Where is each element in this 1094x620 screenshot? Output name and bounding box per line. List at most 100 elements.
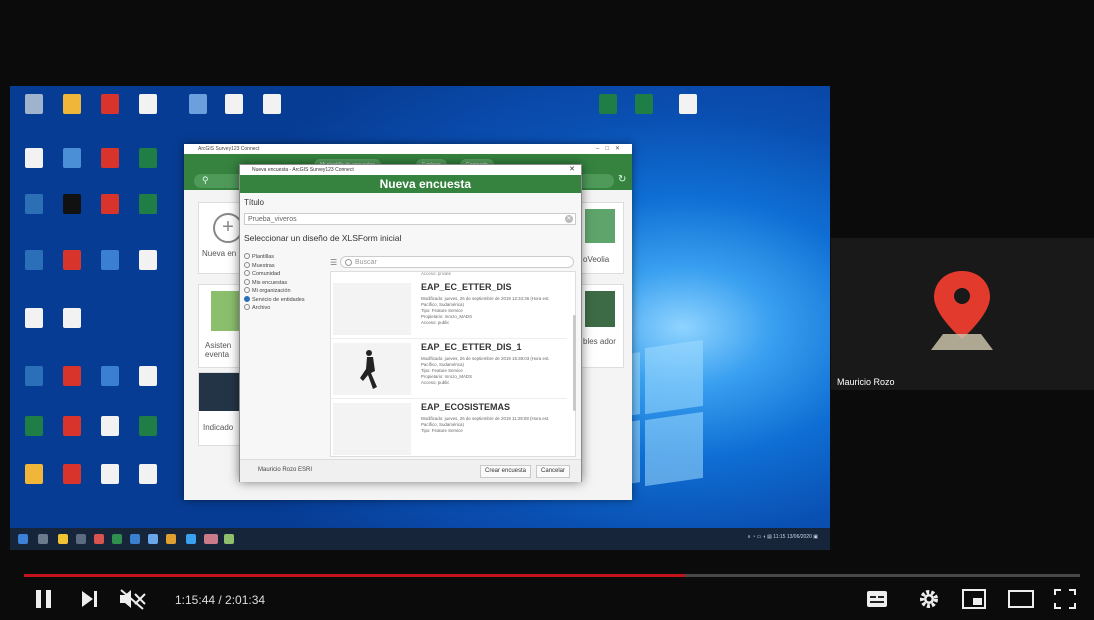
desktop-icon[interactable] [670,94,706,114]
word-icon[interactable] [130,534,140,544]
item-thumbnail [333,403,411,455]
desktop-icon[interactable] [92,464,128,484]
app-icon[interactable] [224,534,234,544]
desktop-icon[interactable] [130,250,166,270]
task-view-icon[interactable] [76,534,86,544]
app-icon [189,94,207,114]
desktop-icon[interactable] [254,94,290,114]
list-scrollbar[interactable] [573,315,576,411]
app-icon [101,250,119,270]
desktop-icon[interactable] [54,464,90,484]
desktop-icon[interactable] [16,416,52,436]
cancel-button[interactable]: Cancelar [536,465,571,478]
clear-icon[interactable]: ✕ [565,215,573,223]
item-name: EAP_ECOSISTEMAS [421,402,511,412]
dialog-search-input[interactable]: Buscar [340,256,574,268]
app-icon [139,416,157,436]
chrome-icon[interactable] [166,534,176,544]
progress-bar[interactable] [24,574,1080,577]
miniplayer-icon[interactable] [962,589,986,609]
excel-icon[interactable] [112,534,122,544]
explorer-icon[interactable] [58,534,68,544]
desktop-icon[interactable] [54,148,90,168]
desktop-icon[interactable] [92,148,128,168]
app-icon [25,250,43,270]
desktop-icon[interactable] [54,416,90,436]
system-tray[interactable]: ∧ ◔ ▭ ◖ ▤ 11:15 13/06/2020 ▣ [747,534,818,540]
desktop-icon[interactable] [92,194,128,214]
desktop-icon[interactable] [16,366,52,386]
desktop-icon[interactable] [92,94,128,114]
desktop-icon[interactable] [92,250,128,270]
mute-icon[interactable] [118,588,148,610]
desktop-icon[interactable] [130,416,166,436]
option-servicio-de-entidades[interactable]: Servicio de entidades [244,295,324,305]
arcgis-icon[interactable] [186,534,196,544]
title-input[interactable]: Prueba_viveros ✕ [244,213,576,225]
veolia-survey-tile[interactable]: oVeolia [580,202,624,274]
item-thumbnail [333,283,411,335]
desktop-icon[interactable] [590,94,626,114]
close-icon[interactable]: ✕ [569,165,575,175]
desktop-icon[interactable] [54,366,90,386]
list-item[interactable]: EAP_ECOSISTEMAS Modificado: jueves, 26 d… [331,400,567,456]
desktop-icon[interactable] [54,308,90,328]
next-icon[interactable] [80,590,100,608]
list-view-icon[interactable]: ☰ [330,258,337,267]
mobile-thumbnail [585,291,615,327]
pause-icon[interactable] [34,588,54,610]
desktop-icon[interactable] [54,94,90,114]
app-icon [101,416,119,436]
survey123-taskbar-icon[interactable] [204,534,218,544]
desktop-icon[interactable] [130,148,166,168]
option-archivo[interactable]: Archivo [244,304,324,313]
fullscreen-icon[interactable] [1054,589,1076,609]
desktop-icon[interactable] [16,464,52,484]
desktop-icon[interactable] [92,416,128,436]
desktop-icon[interactable] [54,250,90,270]
app-icon [25,308,43,328]
survey123-window-title: ArcGIS Survey123 Connect [198,146,260,152]
option-mi-organizacion[interactable]: Mi organización [244,287,324,296]
new-survey-label: Nueva en [202,249,237,258]
option-mis-encuestas[interactable]: Mis encuestas [244,278,324,288]
desktop-icon[interactable] [16,148,52,168]
desktop-icon[interactable] [54,194,90,214]
desktop-icon[interactable] [130,194,166,214]
desktop-icon[interactable] [16,194,52,214]
theater-mode-icon[interactable] [1008,590,1034,608]
desktop-icon[interactable] [16,250,52,270]
desktop-icon[interactable] [626,94,662,114]
search-icon[interactable] [38,534,48,544]
search-placeholder: Buscar [355,259,377,266]
notifications-icon: ▣ [813,534,818,540]
list-item[interactable]: EAP_EC_ETTER_DIS Modificado: jueves, 26 … [331,280,567,339]
figure-icon [360,350,377,389]
subtitles-icon[interactable] [866,590,888,608]
mobile-survey-tile[interactable]: bles ador [580,284,624,368]
app-icon [225,94,243,114]
item-metadata: Modificado: jueves, 26 de septiembre de … [421,356,550,385]
desktop-icon[interactable] [180,94,216,114]
create-survey-button[interactable]: Crear encuesta [480,465,532,478]
desktop-icon[interactable] [130,94,166,114]
option-plantillas[interactable]: Plantillas [244,253,324,262]
refresh-icon[interactable]: ↻ [618,174,626,185]
video-player[interactable]: ArcGIS Survey123 Connect –□✕ Mi plantill… [0,0,1094,620]
desktop-icon[interactable] [130,464,166,484]
start-icon[interactable] [18,534,28,544]
window-controls[interactable]: –□✕ [596,144,626,154]
outlook-icon[interactable] [148,534,158,544]
desktop-icon[interactable] [16,308,52,328]
settings-icon[interactable] [918,588,940,610]
desktop-icon[interactable] [92,366,128,386]
desktop-icon[interactable] [16,94,52,114]
app-icon [139,94,157,114]
dialog-footer: Mauricio Rozo ESRI Crear encuesta Cancel… [240,459,581,482]
desktop-icon[interactable] [130,366,166,386]
acrobat-icon[interactable] [94,534,104,544]
option-muestras[interactable]: Muestras [244,261,324,271]
list-item[interactable]: EAP_EC_ETTER_DIS_1 Modificado: jueves, 2… [331,340,567,399]
option-comunidad[interactable]: Comunidad [244,270,324,279]
desktop-icon[interactable] [216,94,252,114]
